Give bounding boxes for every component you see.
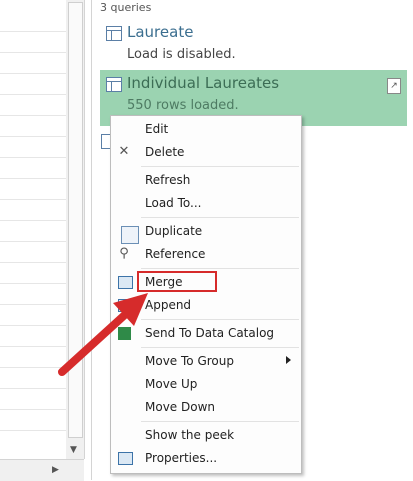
menu-item-reference[interactable]: ⚲ Reference: [111, 243, 301, 265]
grid-line: [0, 157, 66, 158]
menu-item-label: Send To Data Catalog: [145, 326, 275, 340]
append-icon: [116, 297, 133, 313]
menu-item-refresh[interactable]: Refresh: [111, 169, 301, 191]
menu-item-label: Append: [145, 298, 192, 312]
menu-separator: [141, 319, 299, 320]
query-item-laureate[interactable]: Laureate Load is disabled.: [100, 19, 407, 67]
menu-separator: [141, 217, 299, 218]
grid-line: [0, 388, 66, 389]
grid-line: [0, 115, 66, 116]
horizontal-scrollbar[interactable]: ▶: [0, 459, 84, 481]
scroll-down-icon[interactable]: ▼: [70, 445, 77, 455]
merge-icon: [116, 274, 133, 290]
paperclip-icon: ⚲: [119, 246, 129, 261]
menu-item-send-to-data-catalog[interactable]: Send To Data Catalog: [111, 322, 301, 344]
grid-line: [0, 430, 66, 431]
close-icon: ✕: [118, 144, 130, 159]
menu-item-duplicate[interactable]: Duplicate: [111, 220, 301, 244]
query-status: 550 rows loaded.: [127, 98, 239, 113]
grid-line: [0, 136, 66, 137]
menu-item-label: Refresh: [145, 173, 191, 187]
menu-separator: [141, 347, 299, 348]
menu-item-label: Show the peek: [145, 428, 235, 442]
grid-line: [0, 178, 66, 179]
grid-line: [0, 325, 66, 326]
menu-item-label: Delete: [145, 145, 185, 159]
grid-line: [0, 262, 66, 263]
grid-line: [0, 241, 66, 242]
menu-item-label: Duplicate: [145, 224, 203, 238]
menu-item-label: Reference: [145, 247, 206, 261]
grid-line: [0, 73, 66, 74]
grid-line: [0, 31, 66, 32]
menu-item-label: Move Down: [145, 400, 215, 414]
table-icon: [106, 26, 122, 41]
submenu-arrow-icon: [286, 356, 291, 364]
pane-divider[interactable]: [91, 0, 92, 480]
query-name: Individual Laureates: [127, 74, 280, 92]
query-count: 3 queries: [100, 1, 152, 14]
grid-line: [0, 199, 66, 200]
scroll-right-icon[interactable]: ▶: [52, 465, 59, 475]
grid-line: [0, 367, 66, 368]
menu-item-label: Edit: [145, 122, 169, 136]
menu-item-label: Move Up: [145, 377, 198, 391]
grid-line: [0, 346, 66, 347]
data-catalog-icon: [116, 325, 132, 341]
vertical-scrollbar[interactable]: ▼: [66, 0, 85, 459]
menu-separator: [141, 421, 299, 422]
menu-item-show-the-peek[interactable]: Show the peek: [111, 424, 301, 446]
query-name: Laureate: [127, 23, 194, 41]
menu-item-label: Properties...: [145, 451, 218, 465]
duplicate-icon: [116, 223, 139, 244]
menu-item-move-to-group[interactable]: Move To Group: [111, 350, 301, 372]
table-icon: [106, 77, 122, 92]
menu-item-properties[interactable]: Properties...: [111, 447, 301, 469]
grid-line: [0, 283, 66, 284]
grid-line: [0, 304, 66, 305]
menu-separator: [141, 268, 299, 269]
menu-item-load-to[interactable]: Load To...: [111, 192, 301, 214]
properties-icon: [116, 450, 133, 466]
query-status: Load is disabled.: [127, 47, 236, 62]
menu-item-delete[interactable]: ✕ Delete: [111, 141, 301, 163]
grid-line: [0, 220, 66, 221]
grid-line: [0, 52, 66, 53]
highlight-box: [137, 271, 217, 292]
peek-icon[interactable]: ↗: [387, 78, 401, 94]
scroll-thumb[interactable]: [68, 2, 83, 438]
menu-item-label: Load To...: [145, 196, 202, 210]
table-icon: [101, 134, 110, 149]
worksheet-grid[interactable]: [0, 0, 67, 459]
menu-item-move-down[interactable]: Move Down: [111, 396, 301, 418]
grid-line: [0, 409, 66, 410]
menu-item-edit[interactable]: Edit: [111, 118, 301, 140]
menu-item-label: Move To Group: [145, 354, 234, 368]
menu-item-move-up[interactable]: Move Up: [111, 373, 301, 395]
menu-separator: [141, 166, 299, 167]
menu-item-append[interactable]: Append: [111, 294, 301, 316]
grid-line: [0, 94, 66, 95]
context-menu: Edit ✕ Delete Refresh Load To... Duplica…: [110, 115, 302, 474]
